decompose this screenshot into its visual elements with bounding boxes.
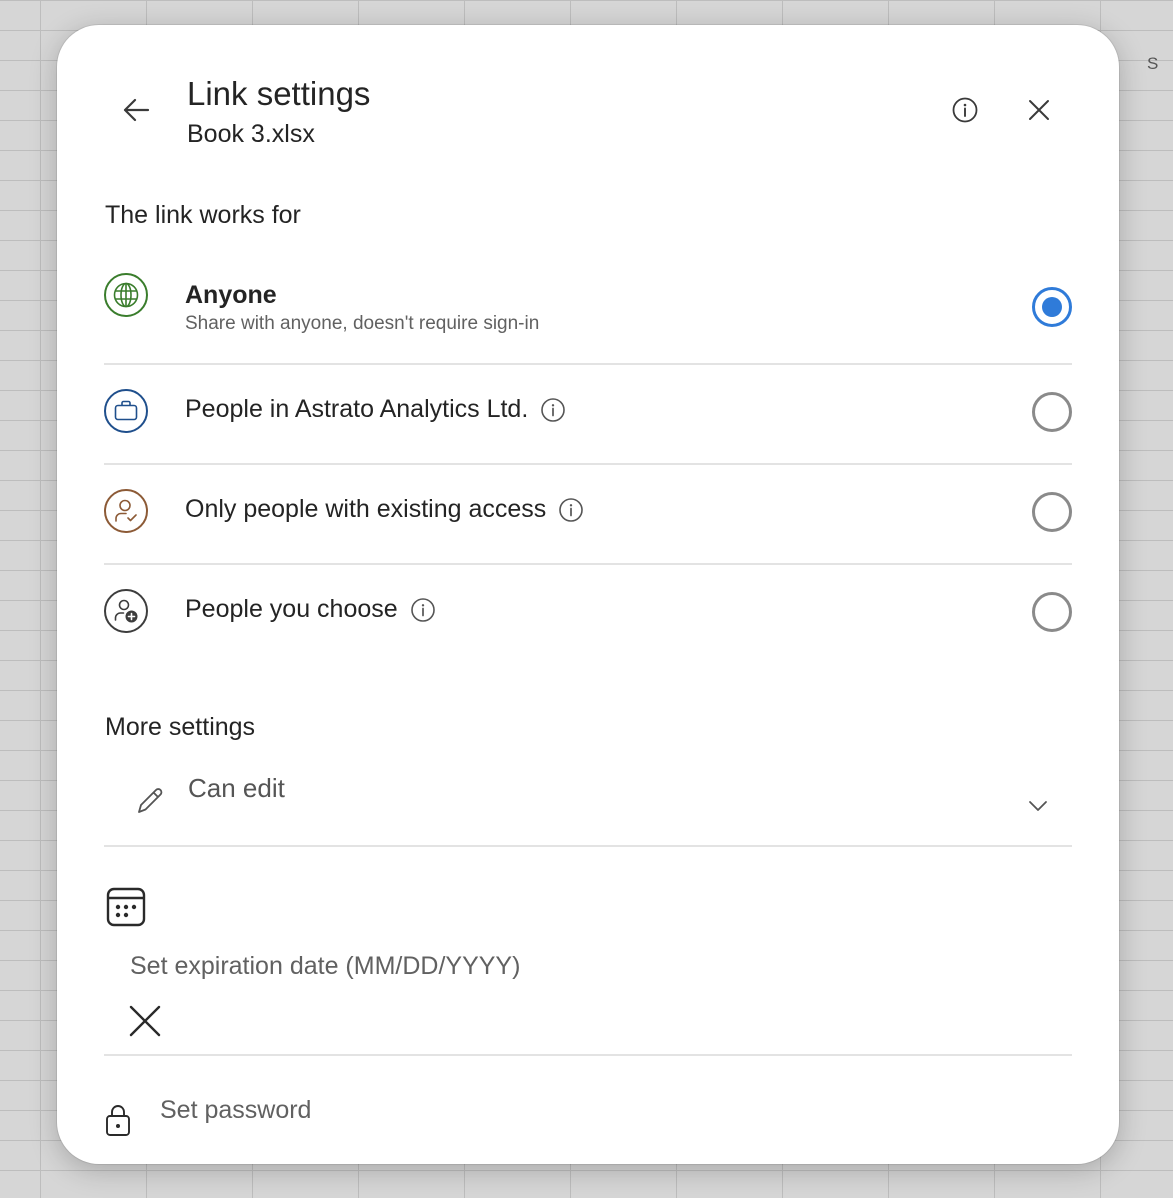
link-works-for-heading: The link works for [105,201,301,229]
option-anyone[interactable]: Anyone Share with anyone, doesn't requir… [104,273,1072,337]
file-name: Book 3.xlsx [187,120,315,148]
globe-icon [113,282,139,308]
divider [104,1054,1072,1056]
close-icon [1029,100,1049,120]
option-icon-circle [104,273,148,317]
divider [104,363,1072,365]
option-icon-circle [104,589,148,633]
expiration-date-input[interactable]: Set expiration date (MM/DD/YYYY) [130,952,520,981]
lock-icon [106,1105,130,1136]
password-field[interactable]: Set password [104,1091,1072,1141]
option-people-in-org[interactable]: People in Astrato Analytics Ltd. [104,389,1072,439]
option-people-you-choose-label: People you choose [185,595,398,623]
briefcase-icon [114,400,138,421]
option-people-in-org-label: People in Astrato Analytics Ltd. [185,395,529,423]
permission-dropdown[interactable]: Can edit [104,765,1072,845]
radio-existing-access[interactable] [1032,492,1072,532]
person-check-icon [115,499,137,522]
option-icon-circle [104,389,148,433]
info-icon[interactable] [540,397,566,423]
back-button[interactable] [115,89,157,131]
calendar-button[interactable] [104,885,148,929]
dialog-title: Link settings [187,75,371,112]
close-icon [129,1005,161,1037]
divider [104,463,1072,465]
chevron-down-icon [1029,801,1047,811]
dialog-info-button[interactable] [944,89,986,131]
radio-people-in-org[interactable] [1032,392,1072,432]
password-placeholder: Set password [160,1096,312,1124]
info-icon [952,97,978,123]
link-settings-dialog: Link settings Book 3.xlsx The link works… [57,25,1119,1164]
more-settings-heading: More settings [105,713,256,741]
divider [104,845,1072,847]
divider [104,563,1072,565]
info-icon[interactable] [410,597,436,623]
option-existing-access[interactable]: Only people with existing access [104,489,1072,539]
option-anyone-description: Share with anyone, doesn't require sign-… [185,313,540,334]
option-people-you-choose[interactable]: People you choose [104,589,1072,639]
spreadsheet-column-label: S [1147,54,1159,73]
option-existing-access-label: Only people with existing access [185,495,547,523]
info-icon[interactable] [558,497,584,523]
radio-anyone[interactable] [1032,287,1072,327]
calendar-icon [106,887,146,927]
person-add-icon [114,599,138,623]
pencil-icon [138,788,163,813]
close-button[interactable] [1018,89,1060,131]
option-icon-circle [104,489,148,533]
clear-expiration-button[interactable] [125,1001,165,1041]
radio-people-you-choose[interactable] [1032,592,1072,632]
option-anyone-label: Anyone [185,281,277,309]
permission-value: Can edit [188,773,285,803]
arrow-left-icon [123,98,150,122]
